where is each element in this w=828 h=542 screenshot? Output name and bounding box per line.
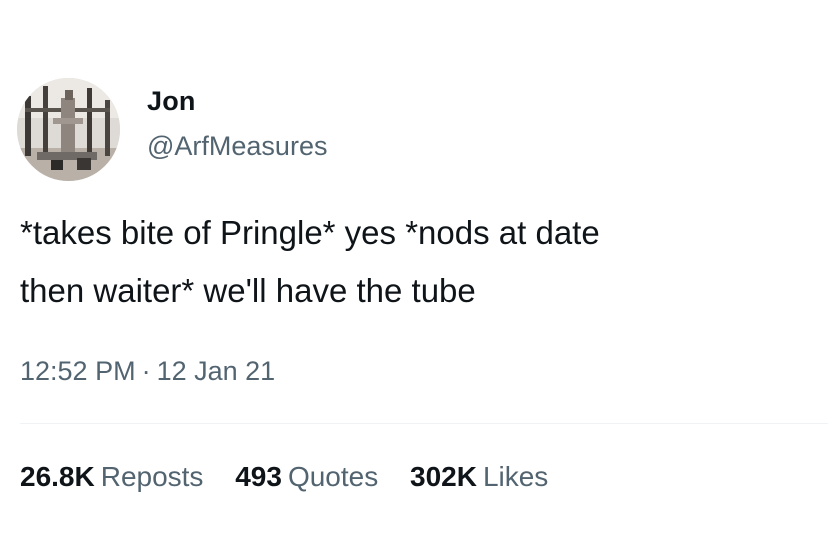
reposts-count: 26.8K [20, 461, 95, 492]
quotes-count: 493 [235, 461, 282, 492]
user-handle[interactable]: @ArfMeasures [147, 131, 327, 162]
divider [20, 423, 828, 424]
tweet-time: 12:52 PM [20, 356, 136, 386]
tweet-card: Jon @ArfMeasures *takes bite of Pringle*… [0, 0, 828, 542]
reposts-label: Reposts [100, 461, 204, 492]
tweet-text-line: *takes bite of Pringle* yes *nods at dat… [20, 214, 600, 251]
tweet-timestamp[interactable]: 12:52 PM · 12 Jan 21 [20, 356, 275, 387]
tweet-date: 12 Jan 21 [156, 356, 276, 386]
tweet-text-line: then waiter* we'll have the tube [20, 272, 476, 309]
reposts-stat[interactable]: 26.8K Reposts [20, 461, 203, 493]
avatar[interactable] [17, 78, 120, 181]
engagement-stats: 26.8K Reposts 493 Quotes 302K Likes [20, 461, 572, 493]
likes-stat[interactable]: 302K Likes [410, 461, 548, 493]
quotes-label: Quotes [287, 461, 379, 492]
meta-separator: · [141, 356, 151, 386]
likes-count: 302K [410, 461, 477, 492]
likes-label: Likes [482, 461, 549, 492]
display-name[interactable]: Jon [147, 86, 196, 117]
avatar-photo [17, 78, 120, 181]
tweet-text: *takes bite of Pringle* yes *nods at dat… [20, 204, 828, 320]
quotes-stat[interactable]: 493 Quotes [235, 461, 378, 493]
